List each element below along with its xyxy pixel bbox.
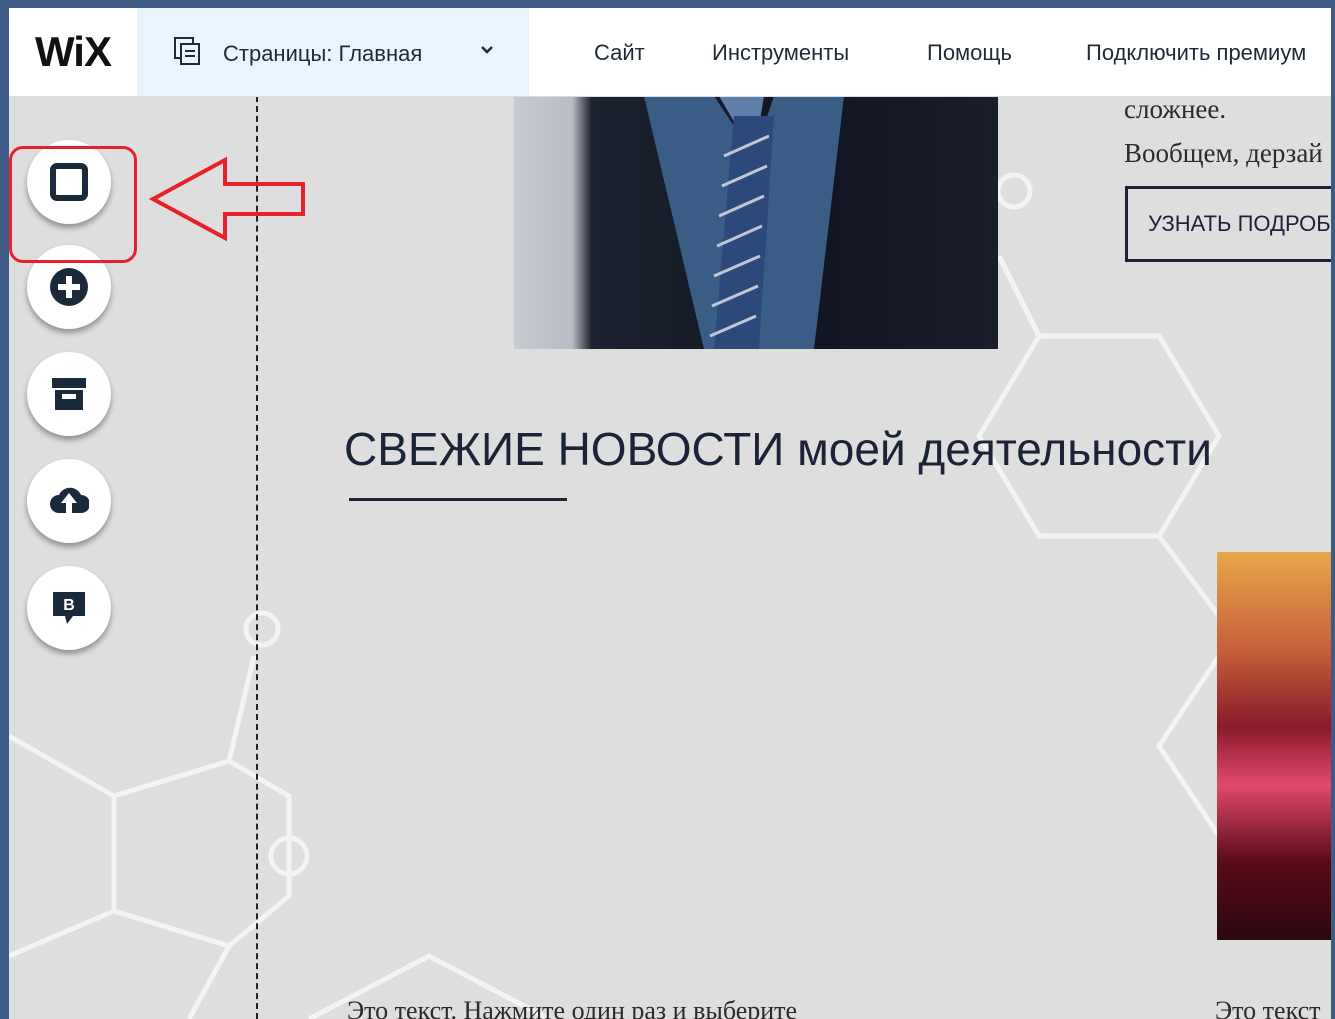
cloud-upload-icon (50, 487, 89, 515)
menu-help[interactable]: Помощь (927, 40, 1012, 66)
learn-more-button[interactable]: УЗНАТЬ ПОДРОБНЕЕ (1125, 186, 1331, 262)
chevron-down-icon (481, 46, 493, 54)
pages-label: Страницы: Главная (223, 41, 423, 66)
body-text-right[interactable]: Это текст (1215, 996, 1320, 1019)
photo-man-in-suit[interactable] (514, 96, 998, 349)
plus-circle-icon (50, 268, 88, 306)
menu-site[interactable]: Сайт (594, 40, 645, 66)
news-heading[interactable]: СВЕЖИЕ НОВОСТИ моей деятельности (344, 422, 1212, 476)
menu-upgrade[interactable]: Подключить премиум (1086, 40, 1306, 66)
upload-button[interactable] (27, 459, 111, 543)
store-icon (52, 378, 86, 410)
wix-logo[interactable]: WiX (9, 8, 137, 96)
photo-abstract-red[interactable] (1217, 552, 1331, 940)
pages-icon (174, 37, 200, 65)
pages-dropdown[interactable]: Страницы: Главная (137, 8, 529, 96)
top-bar: WiX Страницы: Главная Сайт Инструменты П… (9, 8, 1331, 97)
red-arrow-icon (149, 156, 305, 242)
suit-graphic (644, 96, 844, 349)
heading-underline (349, 498, 567, 501)
menu-tools[interactable]: Инструменты (712, 40, 849, 66)
highlight-box (9, 146, 137, 263)
text-line-1[interactable]: сложнее. (1124, 94, 1226, 125)
editor-window: WiX Страницы: Главная Сайт Инструменты П… (9, 8, 1331, 1019)
body-text-left[interactable]: Это текст. Нажмите один раз и выберите (347, 996, 797, 1019)
svg-text:B: B (63, 597, 75, 614)
blog-button[interactable]: B (27, 566, 111, 650)
text-line-2[interactable]: Вообщем, дерзай (1124, 138, 1323, 169)
blog-b-icon: B (53, 592, 85, 624)
app-market-button[interactable] (27, 352, 111, 436)
